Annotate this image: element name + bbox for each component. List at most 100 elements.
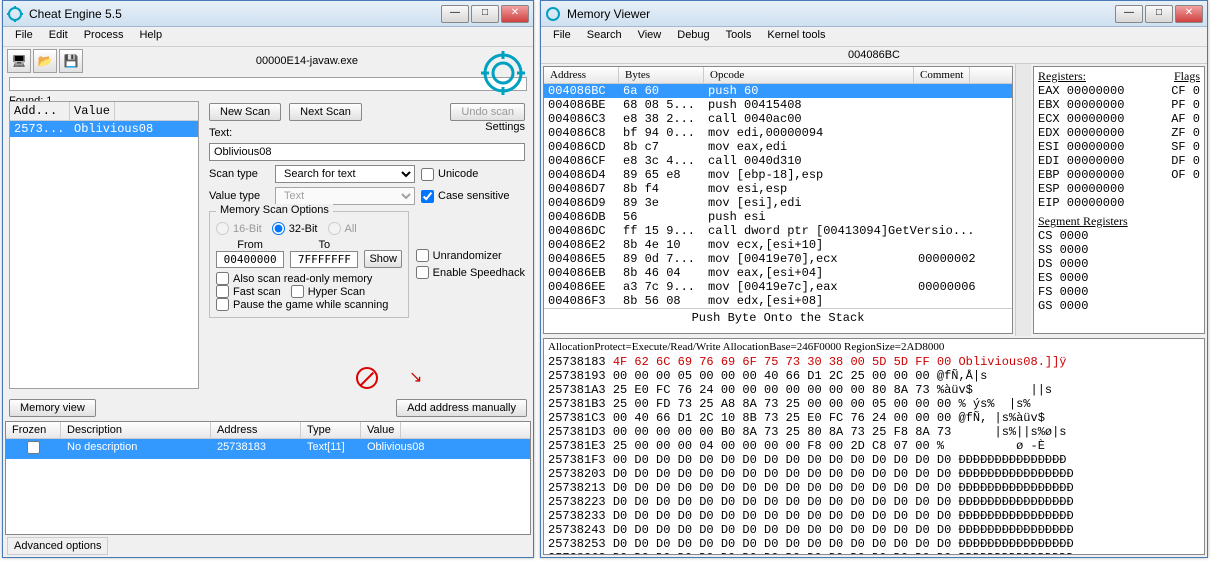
unicode-checkbox[interactable] bbox=[421, 168, 434, 181]
memory-view-button[interactable]: Memory view bbox=[9, 399, 96, 417]
menu-help[interactable]: Help bbox=[131, 27, 170, 46]
result-list[interactable]: Add... Value 2573... Oblivious08 bbox=[9, 101, 199, 389]
hex-row[interactable]: 257381B3 25 00 FD 73 25 A8 8A 73 25 00 0… bbox=[548, 397, 1200, 411]
menu-edit[interactable]: Edit bbox=[41, 27, 76, 46]
mv-menu-file[interactable]: File bbox=[545, 27, 579, 46]
disasm-row[interactable]: 004086CD8b c7 mov eax,edi bbox=[544, 140, 1012, 154]
unrandomizer-checkbox[interactable] bbox=[416, 249, 429, 262]
mv-titlebar[interactable]: Memory Viewer — □ ✕ bbox=[541, 1, 1207, 27]
disasm-row[interactable]: 004086F38b 56 08 mov edx,[esi+08] bbox=[544, 294, 1012, 308]
hex-row[interactable]: 25738203 D0 D0 D0 D0 D0 D0 D0 D0 D0 D0 D… bbox=[548, 467, 1200, 481]
col-value[interactable]: Value bbox=[70, 102, 115, 120]
mv-maximize-button[interactable]: □ bbox=[1145, 5, 1173, 23]
add-to-list-arrow-icon[interactable]: ↘ bbox=[409, 367, 429, 387]
close-button[interactable]: ✕ bbox=[501, 5, 529, 23]
maximize-button[interactable]: □ bbox=[471, 5, 499, 23]
mv-menu-debug[interactable]: Debug bbox=[669, 27, 717, 46]
menu-process[interactable]: Process bbox=[76, 27, 132, 46]
hex-row[interactable]: 257381A3 25 E0 FC 76 24 00 00 00 00 00 0… bbox=[548, 383, 1200, 397]
disasm-row[interactable]: 004086BC6a 60 push 60 bbox=[544, 84, 1012, 98]
undo-scan-button[interactable]: Undo scan bbox=[450, 103, 525, 121]
frozen-checkbox[interactable] bbox=[27, 441, 40, 454]
disasm-scrollbar[interactable] bbox=[1015, 64, 1031, 336]
mv-close-button[interactable]: ✕ bbox=[1175, 5, 1203, 23]
disasm-row[interactable]: 004086CFe8 3c 4...call 0040d310 bbox=[544, 154, 1012, 168]
from-input[interactable] bbox=[216, 251, 284, 268]
fast-scan-checkbox[interactable] bbox=[216, 285, 229, 298]
disasm-row[interactable]: 004086EEa3 7c 9...mov [00419e7c],eax0000… bbox=[544, 280, 1012, 294]
case-sensitive-checkbox[interactable] bbox=[421, 190, 434, 203]
open-file-button[interactable]: 📂 bbox=[33, 49, 57, 73]
hex-row[interactable]: 25738233 D0 D0 D0 D0 D0 D0 D0 D0 D0 D0 D… bbox=[548, 509, 1200, 523]
hex-row[interactable]: 257381E3 25 00 00 00 04 00 00 00 00 F8 0… bbox=[548, 439, 1200, 453]
hex-row[interactable]: 25738253 D0 D0 D0 D0 D0 D0 D0 D0 D0 D0 D… bbox=[548, 537, 1200, 551]
readonly-checkbox[interactable] bbox=[216, 272, 229, 285]
mv-menu-kernel[interactable]: Kernel tools bbox=[759, 27, 833, 46]
th-value[interactable]: Value bbox=[361, 422, 401, 438]
disasm-row[interactable]: 004086DB56 push esi bbox=[544, 210, 1012, 224]
hex-row[interactable]: 25738223 D0 D0 D0 D0 D0 D0 D0 D0 D0 D0 D… bbox=[548, 495, 1200, 509]
disassembler[interactable]: Address Bytes Opcode Comment 004086BC6a … bbox=[543, 66, 1013, 334]
th-description[interactable]: Description bbox=[61, 422, 211, 438]
radio-32bit[interactable] bbox=[272, 222, 285, 235]
mv-minimize-button[interactable]: — bbox=[1115, 5, 1143, 23]
unicode-label: Unicode bbox=[438, 168, 478, 180]
disasm-row[interactable]: 004086D989 3e mov [esi],edi bbox=[544, 196, 1012, 210]
td-addr: 25738183 bbox=[211, 439, 301, 459]
hex-row[interactable]: 25738183 4F 62 6C 69 76 69 6F 75 73 30 3… bbox=[548, 355, 1200, 369]
dh-bytes[interactable]: Bytes bbox=[619, 67, 704, 83]
disasm-row[interactable]: 004086C8bf 94 0...mov edi,00000094 bbox=[544, 126, 1012, 140]
mv-menu-tools[interactable]: Tools bbox=[718, 27, 760, 46]
hex-row[interactable]: 257381C3 00 40 66 D1 2C 10 8B 73 25 E0 F… bbox=[548, 411, 1200, 425]
mv-menu-view[interactable]: View bbox=[630, 27, 670, 46]
radio-all[interactable] bbox=[328, 222, 341, 235]
hex-row[interactable]: 257381F3 00 D0 D0 D0 D0 D0 D0 D0 D0 D0 D… bbox=[548, 453, 1200, 467]
th-frozen[interactable]: Frozen bbox=[6, 422, 61, 438]
advanced-options-button[interactable]: Advanced options bbox=[7, 537, 108, 555]
scan-text-input[interactable] bbox=[209, 143, 525, 161]
dh-address[interactable]: Address bbox=[544, 67, 619, 83]
hex-row[interactable]: 25738213 D0 D0 D0 D0 D0 D0 D0 D0 D0 D0 D… bbox=[548, 481, 1200, 495]
th-type[interactable]: Type bbox=[301, 422, 361, 438]
col-address[interactable]: Add... bbox=[10, 102, 70, 120]
disasm-row[interactable]: 004086E589 0d 7...mov [00419e70],ecx0000… bbox=[544, 252, 1012, 266]
hex-row[interactable]: 25738263 D0 D0 D0 D0 D0 D0 D0 D0 D0 D0 D… bbox=[548, 551, 1200, 555]
disasm-row[interactable]: 004086EB8b 46 04 mov eax,[esi+04] bbox=[544, 266, 1012, 280]
disasm-row[interactable]: 004086BE68 08 5...push 00415408 bbox=[544, 98, 1012, 112]
registers-header: Registers: bbox=[1038, 69, 1086, 84]
show-button[interactable]: Show bbox=[364, 250, 402, 268]
hex-viewer[interactable]: AllocationProtect=Execute/Read/Write All… bbox=[543, 338, 1205, 555]
minimize-button[interactable]: — bbox=[441, 5, 469, 23]
pause-game-checkbox[interactable] bbox=[216, 298, 229, 311]
save-button[interactable]: 💾 bbox=[59, 49, 83, 73]
value-type-select[interactable]: Text bbox=[275, 187, 415, 205]
disasm-row[interactable]: 004086DCff 15 9...call dword ptr [004130… bbox=[544, 224, 1012, 238]
hex-row[interactable]: 257381D3 00 00 00 00 00 B0 8A 73 25 80 8… bbox=[548, 425, 1200, 439]
disasm-row[interactable]: 004086D78b f4 mov esi,esp bbox=[544, 182, 1012, 196]
hyper-scan-checkbox[interactable] bbox=[291, 285, 304, 298]
th-address[interactable]: Address bbox=[211, 422, 301, 438]
speedhack-checkbox[interactable] bbox=[416, 266, 429, 279]
next-scan-button[interactable]: Next Scan bbox=[289, 103, 362, 121]
open-process-button[interactable]: 🖥 bbox=[7, 49, 31, 73]
disasm-row[interactable]: 004086E28b 4e 10 mov ecx,[esi+10] bbox=[544, 238, 1012, 252]
radio-16bit[interactable] bbox=[216, 222, 229, 235]
disasm-row[interactable]: 004086C3e8 38 2...call 0040ac00 bbox=[544, 112, 1012, 126]
clear-icon[interactable] bbox=[356, 367, 378, 389]
dh-comment[interactable]: Comment bbox=[914, 67, 970, 83]
to-input[interactable] bbox=[290, 251, 358, 268]
address-table[interactable]: Frozen Description Address Type Value No… bbox=[5, 421, 531, 535]
result-row[interactable]: 2573... Oblivious08 bbox=[10, 121, 198, 137]
dh-opcode[interactable]: Opcode bbox=[704, 67, 914, 83]
scan-type-select[interactable]: Search for text bbox=[275, 165, 415, 183]
ce-titlebar[interactable]: Cheat Engine 5.5 — □ ✕ bbox=[3, 1, 533, 27]
settings-link[interactable]: Settings bbox=[485, 121, 525, 133]
mv-menu-search[interactable]: Search bbox=[579, 27, 630, 46]
menu-file[interactable]: File bbox=[7, 27, 41, 46]
hex-row[interactable]: 25738193 00 00 00 05 00 00 00 40 66 D1 2… bbox=[548, 369, 1200, 383]
add-address-manually-button[interactable]: Add address manually bbox=[396, 399, 527, 417]
hex-row[interactable]: 25738243 D0 D0 D0 D0 D0 D0 D0 D0 D0 D0 D… bbox=[548, 523, 1200, 537]
table-row[interactable]: No description 25738183 Text[11] Oblivio… bbox=[6, 439, 530, 459]
new-scan-button[interactable]: New Scan bbox=[209, 103, 281, 121]
disasm-row[interactable]: 004086D489 65 e8 mov [ebp-18],esp bbox=[544, 168, 1012, 182]
